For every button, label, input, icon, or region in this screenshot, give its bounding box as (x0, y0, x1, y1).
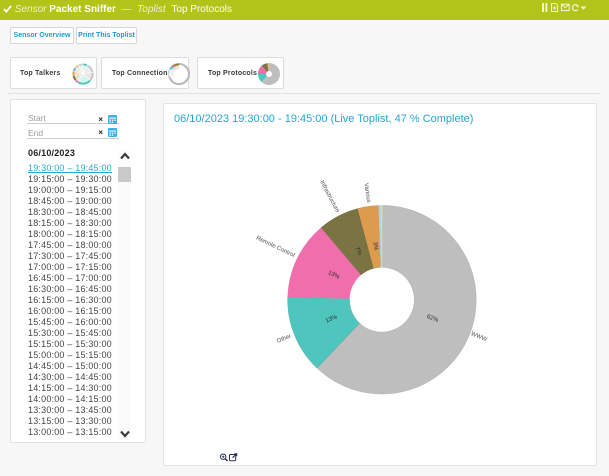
svg-text:Remote Control: Remote Control (255, 235, 295, 259)
svg-text:Various: Various (362, 183, 371, 204)
svg-text:WWW: WWW (470, 331, 488, 343)
svg-text:Other: Other (276, 334, 292, 345)
svg-text:Infrastructure: Infrastructure (318, 180, 340, 215)
